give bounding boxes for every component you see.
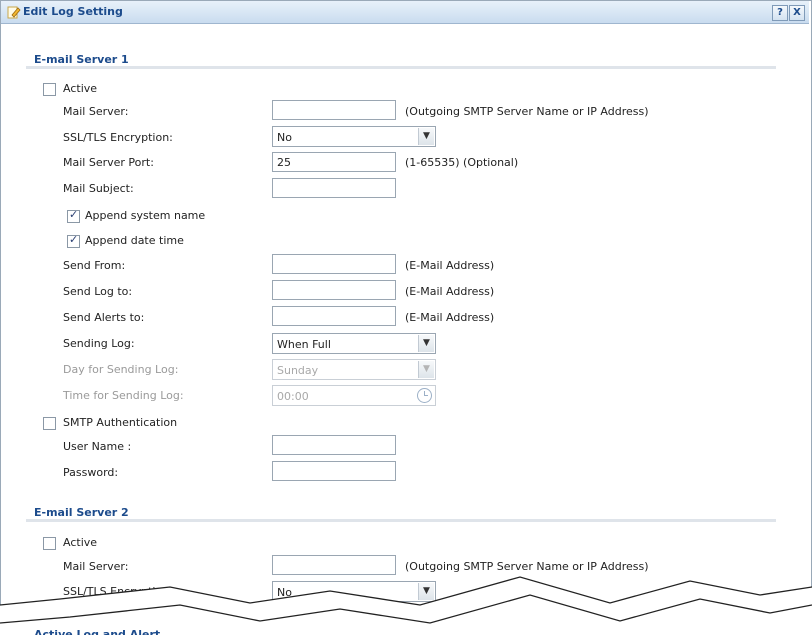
sending-log-label: Sending Log: (63, 337, 135, 350)
password-label: Password: (63, 466, 119, 479)
server1-subject-label: Mail Subject: (63, 182, 134, 195)
server1-mail-server-hint: (Outgoing SMTP Server Name or IP Address… (405, 105, 649, 118)
sending-log-select[interactable]: When Full ▼ (272, 333, 436, 354)
server1-ssl-select[interactable]: No ▼ (272, 126, 436, 147)
send-alerts-to-input[interactable] (272, 306, 396, 326)
smtp-auth-checkbox[interactable] (43, 417, 56, 430)
server2-active-label: Active (63, 536, 98, 549)
page-break-cut (0, 576, 812, 635)
chevron-down-icon: ▼ (418, 361, 434, 378)
server1-mail-server-label: Mail Server: (63, 105, 129, 118)
time-sending-log-input: 00:00 (272, 385, 436, 406)
send-from-input[interactable] (272, 254, 396, 274)
username-label: User Name : (63, 440, 132, 453)
time-sending-log-value: 00:00 (277, 390, 309, 403)
close-button[interactable]: X (789, 5, 805, 21)
send-log-to-hint: (E-Mail Address) (405, 285, 495, 298)
send-log-to-label: Send Log to: (63, 285, 133, 298)
send-from-hint: (E-Mail Address) (405, 259, 495, 272)
append-system-name-label: Append system name (85, 209, 206, 222)
day-sending-log-select: Sunday ▼ (272, 359, 436, 380)
chevron-down-icon: ▼ (418, 335, 434, 352)
time-sending-log-label: Time for Sending Log: (63, 389, 184, 402)
send-from-label: Send From: (63, 259, 126, 272)
append-date-time-label: Append date time (85, 234, 184, 247)
chevron-down-icon: ▼ (418, 128, 434, 145)
send-alerts-to-label: Send Alerts to: (63, 311, 145, 324)
section-heading-server2: E-mail Server 2 (34, 506, 129, 519)
server1-ssl-value: No (277, 131, 292, 144)
send-alerts-to-hint: (E-Mail Address) (405, 311, 495, 324)
server1-port-input[interactable]: 25 (272, 152, 396, 172)
day-sending-log-label: Day for Sending Log: (63, 363, 179, 376)
server1-mail-server-input[interactable] (272, 100, 396, 120)
section-heading-cut: Active Log and Alert (34, 628, 161, 635)
server1-port-hint: (1-65535) (Optional) (405, 156, 519, 169)
title-bar: Edit Log Setting ? X (1, 1, 809, 24)
server1-ssl-label: SSL/TLS Encryption: (63, 131, 173, 144)
dialog-title: Edit Log Setting (23, 5, 123, 18)
server1-active-label: Active (63, 82, 98, 95)
password-input[interactable] (272, 461, 396, 481)
append-system-name-checkbox[interactable] (67, 208, 80, 223)
server1-subject-input[interactable] (272, 178, 396, 198)
server2-active-checkbox[interactable] (43, 537, 56, 550)
sending-log-value: When Full (277, 338, 331, 351)
send-log-to-input[interactable] (272, 280, 396, 300)
smtp-auth-label: SMTP Authentication (63, 416, 178, 429)
section-divider (26, 519, 776, 522)
help-button[interactable]: ? (772, 5, 788, 21)
clock-icon (417, 388, 432, 403)
username-input[interactable] (272, 435, 396, 455)
append-date-time-checkbox[interactable] (67, 233, 80, 248)
server1-port-label: Mail Server Port: (63, 156, 154, 169)
edit-pencil-icon (7, 6, 21, 19)
section-heading-server1: E-mail Server 1 (34, 53, 129, 66)
section-divider (26, 66, 776, 69)
day-sending-log-value: Sunday (277, 364, 319, 377)
server1-active-checkbox[interactable] (43, 83, 56, 96)
